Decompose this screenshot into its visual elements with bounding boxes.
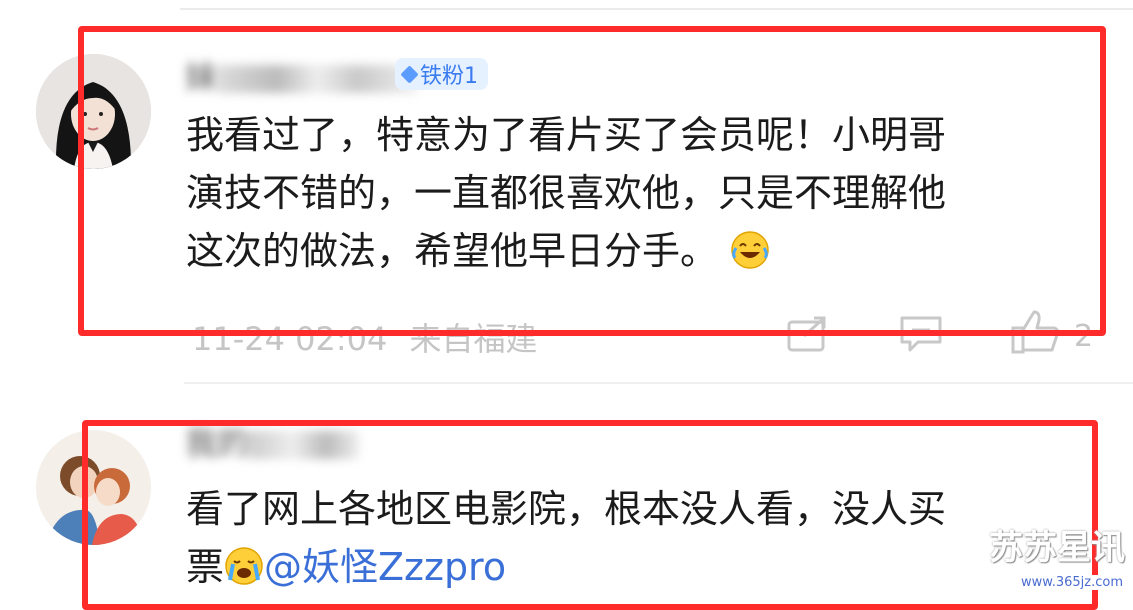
location: 来自福建	[409, 320, 538, 358]
crying-emoji-icon	[224, 544, 264, 602]
comment-divider	[184, 382, 1133, 384]
watermark-title: 苏苏星讯	[989, 528, 1125, 568]
comment-line: 我看过了，特意为了看片买了会员呢！小明哥	[186, 113, 947, 157]
avatar-portrait-icon	[36, 54, 151, 169]
laugh-cry-emoji-icon	[730, 228, 770, 286]
username[interactable]: 妹	[185, 52, 418, 98]
share-button[interactable]	[786, 314, 830, 358]
diamond-icon	[400, 64, 419, 84]
share-icon	[787, 316, 826, 352]
comment-line: 演技不错的，一直都很喜欢他，只是不理解他	[186, 171, 947, 215]
comment-icon	[900, 316, 942, 352]
comment-text: 我看过了，特意为了看片买了会员呢！小明哥 演技不错的，一直都很喜欢他，只是不理解…	[186, 106, 946, 286]
reply-button[interactable]	[898, 314, 944, 360]
thumbs-up-icon	[1011, 310, 1060, 354]
comment-meta: 11-24 02:04 来自福建	[192, 314, 538, 360]
username[interactable]: 我的	[185, 418, 360, 464]
user-avatar[interactable]	[36, 430, 151, 545]
fan-badge[interactable]: 铁粉1	[395, 58, 488, 90]
avatar-illustration-icon	[36, 430, 151, 545]
comment-line: 看了网上各地区电影院，根本没人看，没人买	[186, 487, 947, 531]
watermark: 苏苏星讯 www.365jz.com	[989, 520, 1125, 590]
comment-text: 看了网上各地区电影院，根本没人看，没人买 票 @妖怪Zzzpro	[186, 480, 946, 602]
like-count: 2	[1074, 319, 1094, 354]
top-divider	[180, 8, 1133, 10]
user-avatar[interactable]	[36, 54, 151, 169]
user-mention-link[interactable]: @妖怪Zzzpro	[264, 545, 506, 589]
timestamp: 11-24 02:04	[192, 320, 388, 358]
comment-line: 这次的做法，希望他早日分手。	[186, 222, 946, 286]
like-button[interactable]: 2	[1010, 308, 1093, 354]
comment-line: 票 @妖怪Zzzpro	[186, 538, 946, 602]
